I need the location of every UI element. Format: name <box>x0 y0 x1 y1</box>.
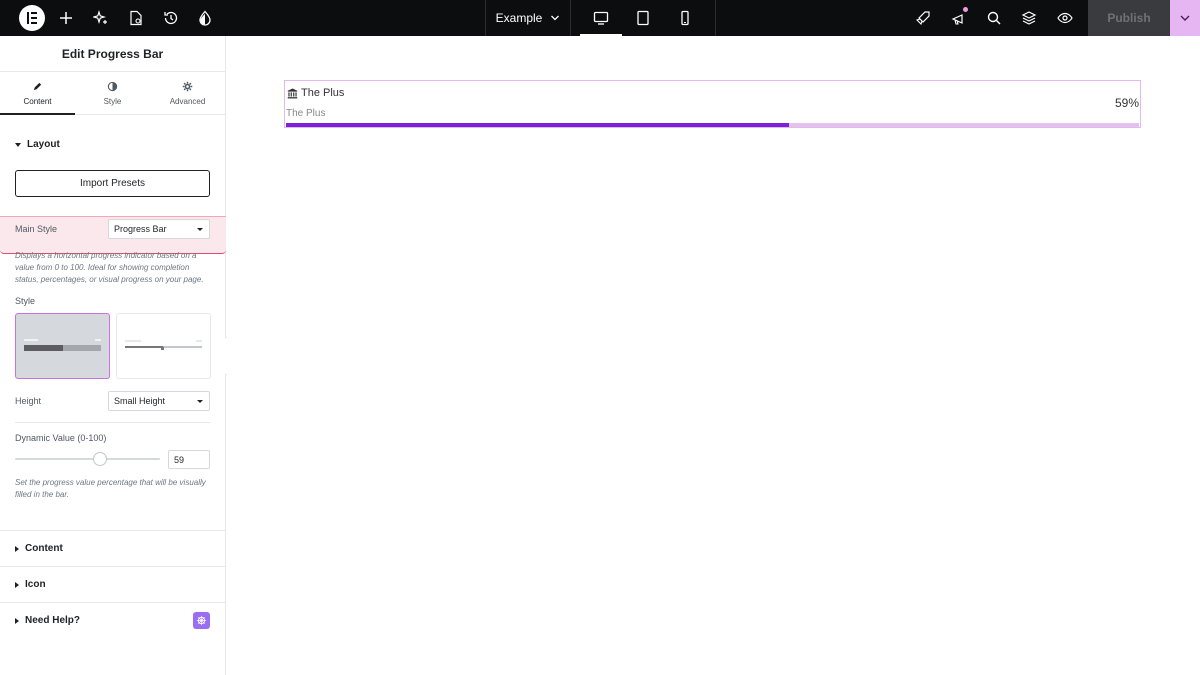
tablet-icon[interactable] <box>622 0 664 36</box>
top-bar: Example Publish <box>0 0 1200 36</box>
dynamic-value-description: Set the progress value percentage that w… <box>15 478 206 499</box>
caret-right-icon <box>15 617 19 624</box>
section-help-label: Need Help? <box>25 615 81 626</box>
height-label: Height <box>15 396 42 406</box>
chevron-down-icon <box>1180 15 1190 21</box>
editor-panel: Edit Progress Bar Content Style Advanced… <box>0 36 226 675</box>
tab-advanced-label: Advanced <box>169 96 206 106</box>
dynamic-value-slider[interactable] <box>15 458 160 460</box>
progress-bar-number: 59% <box>1114 96 1139 110</box>
chevron-down-icon <box>551 15 560 21</box>
height-value: Small Height <box>114 396 166 406</box>
progress-bar-title-text: The Plus <box>301 87 345 99</box>
section-layout-label: Layout <box>27 139 60 150</box>
section-icon-toggle[interactable]: Icon <box>15 579 46 590</box>
notification-dot <box>963 7 968 12</box>
section-divider <box>0 530 226 531</box>
preview-eye-icon[interactable] <box>1055 8 1075 28</box>
caret-right-icon <box>15 545 19 552</box>
style-option-1[interactable] <box>15 313 110 379</box>
desktop-icon[interactable] <box>580 0 622 36</box>
layers-icon[interactable] <box>1019 8 1039 28</box>
elementor-logo-icon[interactable] <box>19 5 45 31</box>
section-icon-label: Icon <box>25 579 46 590</box>
page-name: Example <box>495 11 543 25</box>
progress-bar-subtitle: The Plus <box>286 108 326 119</box>
import-presets-button[interactable]: Import Presets <box>15 170 210 197</box>
section-content-label: Content <box>25 543 63 554</box>
tab-content[interactable]: Content <box>0 72 75 115</box>
publish-options-button[interactable] <box>1170 0 1200 36</box>
main-style-value: Progress Bar <box>114 224 167 234</box>
progress-bar-title: The Plus <box>287 87 344 99</box>
page-settings-icon[interactable] <box>126 8 146 28</box>
section-layout-toggle[interactable]: Layout <box>15 139 60 150</box>
dynamic-value-label: Dynamic Value (0-100) <box>15 433 107 443</box>
help-brain-icon[interactable] <box>193 612 210 629</box>
mobile-icon[interactable] <box>664 0 706 36</box>
search-icon[interactable] <box>984 8 1004 28</box>
height-select[interactable]: Small Height <box>108 391 210 411</box>
tab-style[interactable]: Style <box>75 72 150 114</box>
tab-advanced[interactable]: Advanced <box>150 72 225 114</box>
progress-bar-track <box>286 123 1139 127</box>
dynamic-value-input[interactable]: 59 <box>168 450 210 469</box>
divider <box>15 422 210 423</box>
slider-handle[interactable] <box>93 452 107 466</box>
history-icon[interactable] <box>161 8 181 28</box>
ai-sparkle-icon[interactable] <box>91 8 111 28</box>
main-style-select[interactable]: Progress Bar <box>108 219 210 239</box>
style-label: Style <box>15 296 36 306</box>
panel-title: Edit Progress Bar <box>0 36 225 72</box>
caret-down-icon <box>197 400 203 403</box>
style-option-2[interactable] <box>116 313 211 379</box>
add-icon[interactable] <box>56 8 76 28</box>
tab-content-label: Content <box>23 96 52 106</box>
progress-bar-fill <box>286 123 790 127</box>
section-help-toggle[interactable]: Need Help? <box>15 615 80 626</box>
progress-bar-widget[interactable]: The Plus The Plus 59% <box>284 80 1141 128</box>
publish-button[interactable]: Publish <box>1088 0 1170 36</box>
section-divider <box>0 566 226 567</box>
theme-style-icon[interactable] <box>195 8 215 28</box>
rocket-icon[interactable] <box>913 8 933 28</box>
section-divider <box>0 602 226 603</box>
page-selector[interactable]: Example <box>486 0 570 36</box>
caret-right-icon <box>15 581 19 588</box>
pencil-icon <box>33 82 42 90</box>
panel-tabs: Content Style Advanced <box>0 72 225 115</box>
main-style-description: Displays a horizontal progress indicator… <box>15 251 204 284</box>
main-style-label: Main Style <box>15 224 58 234</box>
caret-down-icon <box>197 228 203 231</box>
caret-down-icon <box>15 142 21 147</box>
gear-icon <box>182 81 193 91</box>
tab-style-label: Style <box>103 96 122 106</box>
contrast-icon <box>107 81 118 91</box>
section-content-toggle[interactable]: Content <box>15 543 63 554</box>
bank-icon <box>287 87 298 98</box>
editor-canvas <box>227 36 1200 675</box>
